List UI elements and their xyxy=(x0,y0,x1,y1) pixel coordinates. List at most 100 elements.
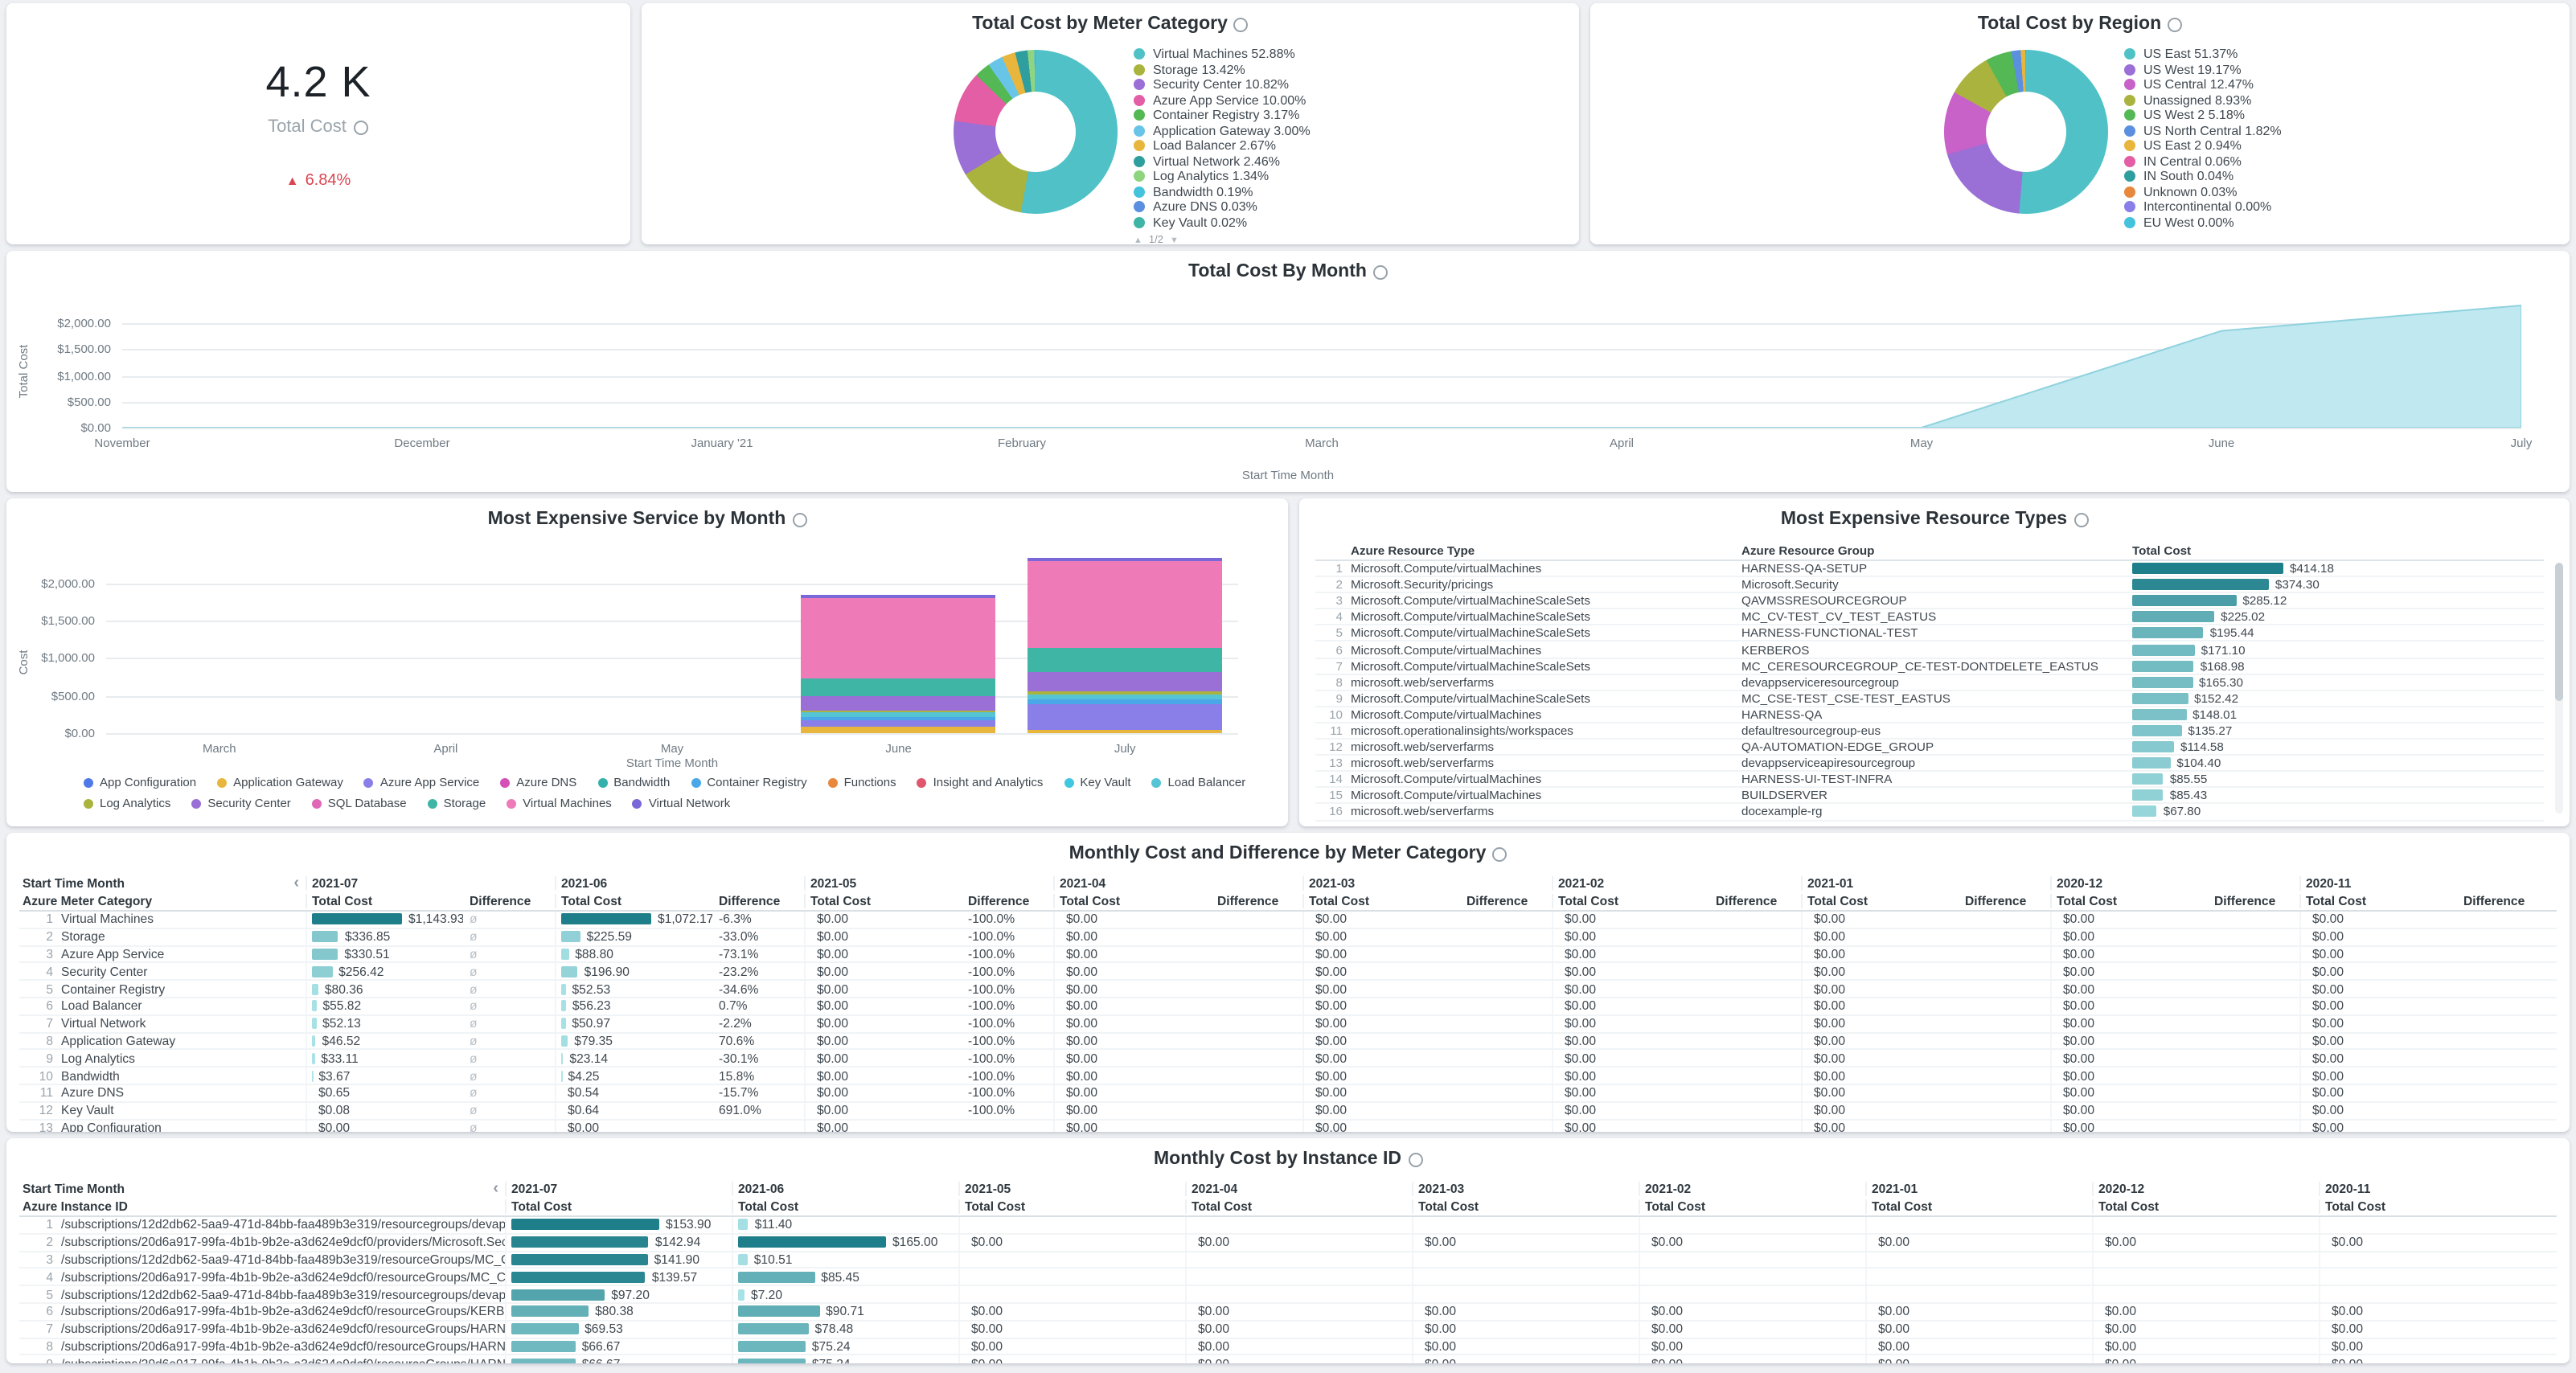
total-cost-header[interactable]: Total Cost xyxy=(1552,894,1709,908)
table-row[interactable]: 3Azure App Service$330.51ø$88.80-73.1%$0… xyxy=(19,946,2557,964)
table-row[interactable]: 9/subscriptions/20d6a917-99fa-4b1b-9b2e-… xyxy=(19,1356,2557,1363)
table-row[interactable]: 2Microsoft.Security/pricingsMicrosoft.Se… xyxy=(1315,577,2544,593)
legend-item[interactable]: Azure DNS 0.03% xyxy=(1134,199,1311,215)
total-cost-header[interactable]: Total Cost xyxy=(306,894,463,908)
total-cost-header[interactable]: Total Cost xyxy=(1639,1199,1865,1214)
table-row[interactable]: 1Microsoft.Compute/virtualMachinesHARNES… xyxy=(1315,561,2544,577)
total-cost-header[interactable]: Total Cost xyxy=(958,1199,1185,1214)
legend-item[interactable]: Virtual Machines 52.88% xyxy=(1134,47,1311,62)
legend-item[interactable]: Storage 13.42% xyxy=(1134,62,1311,77)
table-row[interactable]: 10Microsoft.Compute/virtualMachinesHARNE… xyxy=(1315,707,2544,723)
legend-item[interactable]: Virtual Machines xyxy=(507,796,612,810)
month-header[interactable]: 2020-11 xyxy=(2299,875,2549,890)
table-row[interactable]: 6Load Balancer$55.82ø$56.230.7%$0.00-100… xyxy=(19,998,2557,1016)
column-header[interactable]: Total Cost xyxy=(2132,543,2544,557)
total-cost-header[interactable]: Total Cost xyxy=(2319,1199,2545,1214)
legend-item[interactable]: SQL Database xyxy=(312,796,407,810)
month-header[interactable]: 2021-04 xyxy=(1053,875,1302,890)
total-cost-header[interactable]: Total Cost xyxy=(555,894,712,908)
legend-item[interactable]: Load Balancer 2.67% xyxy=(1134,138,1311,154)
legend-item[interactable]: Intercontinental 0.00% xyxy=(2124,199,2282,215)
legend-item[interactable]: Application Gateway xyxy=(217,775,343,789)
meter-category-donut-chart[interactable] xyxy=(954,50,1118,214)
collapse-icon[interactable]: ‹ xyxy=(293,875,299,890)
difference-header[interactable]: Difference xyxy=(1211,894,1302,908)
total-cost-header[interactable]: Total Cost xyxy=(1302,894,1460,908)
legend-item[interactable]: Log Analytics 1.34% xyxy=(1134,169,1311,184)
table-row[interactable]: 8microsoft.web/serverfarmsdevappservicer… xyxy=(1315,674,2544,691)
table-row[interactable]: 14Microsoft.Compute/virtualMachinesHARNE… xyxy=(1315,772,2544,788)
legend-item[interactable]: US West 2 5.18% xyxy=(2124,108,2282,123)
total-cost-header[interactable]: Total Cost xyxy=(1801,894,1959,908)
legend-item[interactable]: Container Registry 3.17% xyxy=(1134,108,1311,123)
month-header[interactable]: 2021-07 xyxy=(505,1181,732,1195)
table-row[interactable]: 16microsoft.web/serverfarmsdocexample-rg… xyxy=(1315,805,2544,821)
scrollbar-thumb[interactable] xyxy=(2555,563,2563,701)
total-cost-area-series[interactable] xyxy=(122,302,2521,428)
month-header[interactable]: 2021-05 xyxy=(804,875,1053,890)
table-row[interactable]: 4Microsoft.Compute/virtualMachineScaleSe… xyxy=(1315,610,2544,626)
table-row[interactable]: 9Microsoft.Compute/virtualMachineScaleSe… xyxy=(1315,691,2544,707)
table-row[interactable]: 7Microsoft.Compute/virtualMachineScaleSe… xyxy=(1315,658,2544,674)
legend-item[interactable]: Unknown 0.03% xyxy=(2124,184,2282,199)
total-cost-header[interactable]: Total Cost xyxy=(2092,1199,2319,1214)
page-down-icon[interactable]: ▼ xyxy=(1170,236,1179,244)
table-row[interactable]: 2Storage$336.85ø$225.59-33.0%$0.00-100.0… xyxy=(19,929,2557,947)
legend-item[interactable]: Azure App Service xyxy=(364,775,479,789)
info-icon[interactable] xyxy=(1234,17,1249,31)
legend-item[interactable]: Security Center xyxy=(191,796,290,810)
legend-item[interactable]: US East 51.37% xyxy=(2124,47,2282,62)
month-header[interactable]: 2021-06 xyxy=(555,875,804,890)
table-row[interactable]: 7Virtual Network$52.13ø$50.97-2.2%$0.00-… xyxy=(19,1016,2557,1034)
month-header[interactable]: 2021-02 xyxy=(1639,1181,1865,1195)
table-row[interactable]: 9Log Analytics$33.11ø$23.14-30.1%$0.00-1… xyxy=(19,1051,2557,1068)
month-header[interactable]: 2020-12 xyxy=(2050,875,2299,890)
table-row[interactable]: 5/subscriptions/12d2db62-5aa9-471d-84bb-… xyxy=(19,1286,2557,1304)
row-dimension-header[interactable]: Azure Instance ID xyxy=(19,1199,505,1214)
month-header[interactable]: 2021-03 xyxy=(1302,875,1552,890)
table-row[interactable]: 8Application Gateway$46.52ø$79.3570.6%$0… xyxy=(19,1033,2557,1051)
table-row[interactable]: 3/subscriptions/12d2db62-5aa9-471d-84bb-… xyxy=(19,1252,2557,1269)
table-row[interactable]: 11microsoft.operationalinsights/workspac… xyxy=(1315,723,2544,740)
month-header[interactable]: 2021-01 xyxy=(1865,1181,2092,1195)
legend-item[interactable]: US East 2 0.94% xyxy=(2124,138,2282,154)
total-cost-header[interactable]: Total Cost xyxy=(804,894,962,908)
legend-item[interactable]: Insight and Analytics xyxy=(917,775,1044,789)
column-header[interactable]: Azure Resource Group xyxy=(1741,543,2132,557)
legend-item[interactable]: Security Center 10.82% xyxy=(1134,77,1311,92)
legend-item[interactable]: Container Registry xyxy=(691,775,806,789)
table-row[interactable]: 6/subscriptions/20d6a917-99fa-4b1b-9b2e-… xyxy=(19,1304,2557,1322)
info-icon[interactable] xyxy=(792,512,806,527)
total-cost-header[interactable]: Total Cost xyxy=(505,1199,732,1214)
month-header[interactable]: 2020-12 xyxy=(2092,1181,2319,1195)
info-icon[interactable] xyxy=(1408,1152,1422,1166)
difference-header[interactable]: Difference xyxy=(1460,894,1552,908)
legend-item[interactable]: Key Vault xyxy=(1064,775,1130,789)
column-header[interactable]: Azure Resource Type xyxy=(1351,543,1741,557)
legend-item[interactable]: Log Analytics xyxy=(84,796,170,810)
legend-item[interactable]: Load Balancer xyxy=(1152,775,1246,789)
legend-item[interactable]: Storage xyxy=(428,796,486,810)
table-row[interactable]: 1/subscriptions/12d2db62-5aa9-471d-84bb-… xyxy=(19,1217,2557,1235)
difference-header[interactable]: Difference xyxy=(2457,894,2549,908)
legend-item[interactable]: US Central 12.47% xyxy=(2124,77,2282,92)
legend-item[interactable]: Bandwidth xyxy=(597,775,670,789)
table-row[interactable]: 15Microsoft.Compute/virtualMachinesBUILD… xyxy=(1315,789,2544,805)
legend-item[interactable]: App Configuration xyxy=(84,775,196,789)
info-icon[interactable] xyxy=(355,120,369,134)
month-header[interactable]: 2021-07 xyxy=(306,875,555,890)
month-header[interactable]: 2020-11 xyxy=(2319,1181,2545,1195)
page-up-icon[interactable]: ▲ xyxy=(1134,236,1142,244)
difference-header[interactable]: Difference xyxy=(712,894,804,908)
table-row[interactable]: 5Microsoft.Compute/virtualMachineScaleSe… xyxy=(1315,626,2544,642)
vertical-scrollbar[interactable] xyxy=(2555,563,2563,814)
total-cost-header[interactable]: Total Cost xyxy=(1053,894,1211,908)
difference-header[interactable]: Difference xyxy=(962,894,1053,908)
table-row[interactable]: 3Microsoft.Compute/virtualMachineScaleSe… xyxy=(1315,593,2544,609)
month-header[interactable]: 2021-05 xyxy=(958,1181,1185,1195)
table-row[interactable]: 7/subscriptions/20d6a917-99fa-4b1b-9b2e-… xyxy=(19,1322,2557,1339)
legend-item[interactable]: Application Gateway 3.00% xyxy=(1134,123,1311,138)
difference-header[interactable]: Difference xyxy=(1959,894,2050,908)
legend-item[interactable]: EU West 0.00% xyxy=(2124,215,2282,230)
table-row[interactable]: 12microsoft.web/serverfarmsQA-AUTOMATION… xyxy=(1315,740,2544,756)
